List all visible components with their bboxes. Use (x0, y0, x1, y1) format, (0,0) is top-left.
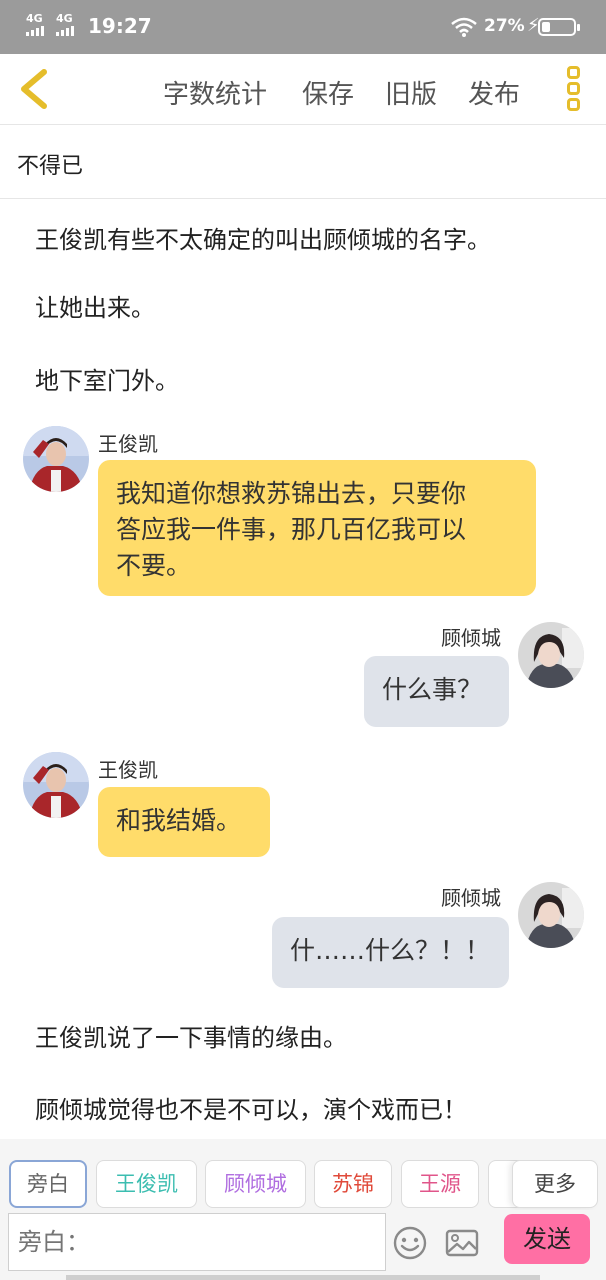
more-vertical-icon[interactable] (562, 66, 584, 114)
role-chip-wang-junkai[interactable]: 王俊凯 (96, 1160, 197, 1208)
signal-label-1: 4G (26, 12, 43, 25)
bottom-scroll-indicator (66, 1275, 540, 1280)
clock: 19:27 (88, 14, 152, 38)
signal-label-2: 4G (56, 12, 73, 25)
message-text: 什……什么？！！ (290, 936, 491, 965)
speaker-name: 顾倾城 (441, 886, 501, 910)
save-button[interactable]: 保存 (302, 74, 354, 111)
role-chip-label: 王俊凯 (115, 1172, 178, 1196)
signal-bars-1-icon (26, 26, 44, 36)
editor-bottom-panel: 旁白 王俊凯 顾倾城 苏锦 王源 易 更多 发送 (0, 1139, 606, 1280)
editor-toolbar: 字数统计 保存 旧版 发布 (0, 54, 606, 125)
message-text: 不要。 (116, 551, 192, 580)
avatar-gu-qingcheng[interactable] (518, 882, 584, 948)
avatar-wang-junkai[interactable] (23, 426, 89, 492)
image-icon[interactable] (444, 1225, 480, 1261)
speaker-name: 顾倾城 (441, 626, 501, 650)
role-chip-label: 顾倾城 (224, 1172, 287, 1196)
role-chip-label: 王源 (419, 1172, 461, 1196)
narration-line: 王俊凯有些不太确定的叫出顾倾城的名字。 (35, 226, 491, 254)
message-text: 答应我一件事，那几百亿我可以 (116, 515, 467, 544)
message-input[interactable] (8, 1213, 386, 1271)
avatar-wang-junkai[interactable] (23, 752, 89, 818)
role-chip-label: 苏锦 (332, 1172, 374, 1196)
battery-percent: 27% (484, 16, 525, 36)
more-roles-button[interactable]: 更多 (512, 1160, 598, 1208)
narration-line: 顾倾城觉得也不是不可以，演个戏而已！ (35, 1096, 467, 1124)
old-version-button[interactable]: 旧版 (385, 74, 437, 111)
back-arrow-icon[interactable] (14, 66, 54, 112)
message-text: 和我结婚。 (116, 806, 242, 835)
role-chip-narrator[interactable]: 旁白 (9, 1160, 87, 1208)
narration-line: 让她出来。 (35, 294, 155, 322)
wifi-icon (451, 17, 477, 37)
role-chip-bar[interactable]: 旁白 王俊凯 顾倾城 苏锦 王源 易 更多 (0, 1160, 606, 1210)
speaker-name: 王俊凯 (98, 432, 158, 456)
compose-row: 发送 (0, 1213, 606, 1280)
message-bubble[interactable]: 和我结婚。 (98, 787, 270, 857)
role-chip-label: 旁白 (27, 1172, 69, 1196)
status-bar: 4G 4G 19:27 27% ⚡ (0, 0, 606, 54)
role-chip-gu-qingcheng[interactable]: 顾倾城 (205, 1160, 306, 1208)
signal-bars-2-icon (56, 26, 74, 36)
message-bubble[interactable]: 什么事？ (364, 656, 509, 727)
role-chip-su-jin[interactable]: 苏锦 (314, 1160, 392, 1208)
battery-icon (538, 18, 580, 36)
message-bubble[interactable]: 什……什么？！！ (272, 917, 509, 988)
role-chip-wang-yuan[interactable]: 王源 (401, 1160, 479, 1208)
chapter-title: 不得已 (17, 154, 84, 179)
chapter-title-field[interactable]: 不得已 (0, 126, 606, 199)
speaker-name: 王俊凯 (98, 758, 158, 782)
word-count-button[interactable]: 字数统计 (163, 74, 267, 111)
message-bubble[interactable]: 我知道你想救苏锦出去，只要你 答应我一件事，那几百亿我可以 不要。 (98, 460, 536, 596)
send-button[interactable]: 发送 (504, 1214, 590, 1264)
avatar-gu-qingcheng[interactable] (518, 622, 584, 688)
story-content[interactable]: 王俊凯有些不太确定的叫出顾倾城的名字。 让她出来。 地下室门外。 王俊凯 我知道… (0, 200, 606, 1138)
narration-line: 王俊凯说了一下事情的缘由。 (35, 1024, 347, 1052)
message-text: 我知道你想救苏锦出去，只要你 (116, 479, 467, 508)
more-roles-label: 更多 (534, 1172, 576, 1196)
publish-button[interactable]: 发布 (468, 74, 520, 111)
narration-line: 地下室门外。 (35, 367, 179, 395)
message-text: 什么事？ (382, 675, 483, 704)
smiley-icon[interactable] (392, 1225, 428, 1261)
